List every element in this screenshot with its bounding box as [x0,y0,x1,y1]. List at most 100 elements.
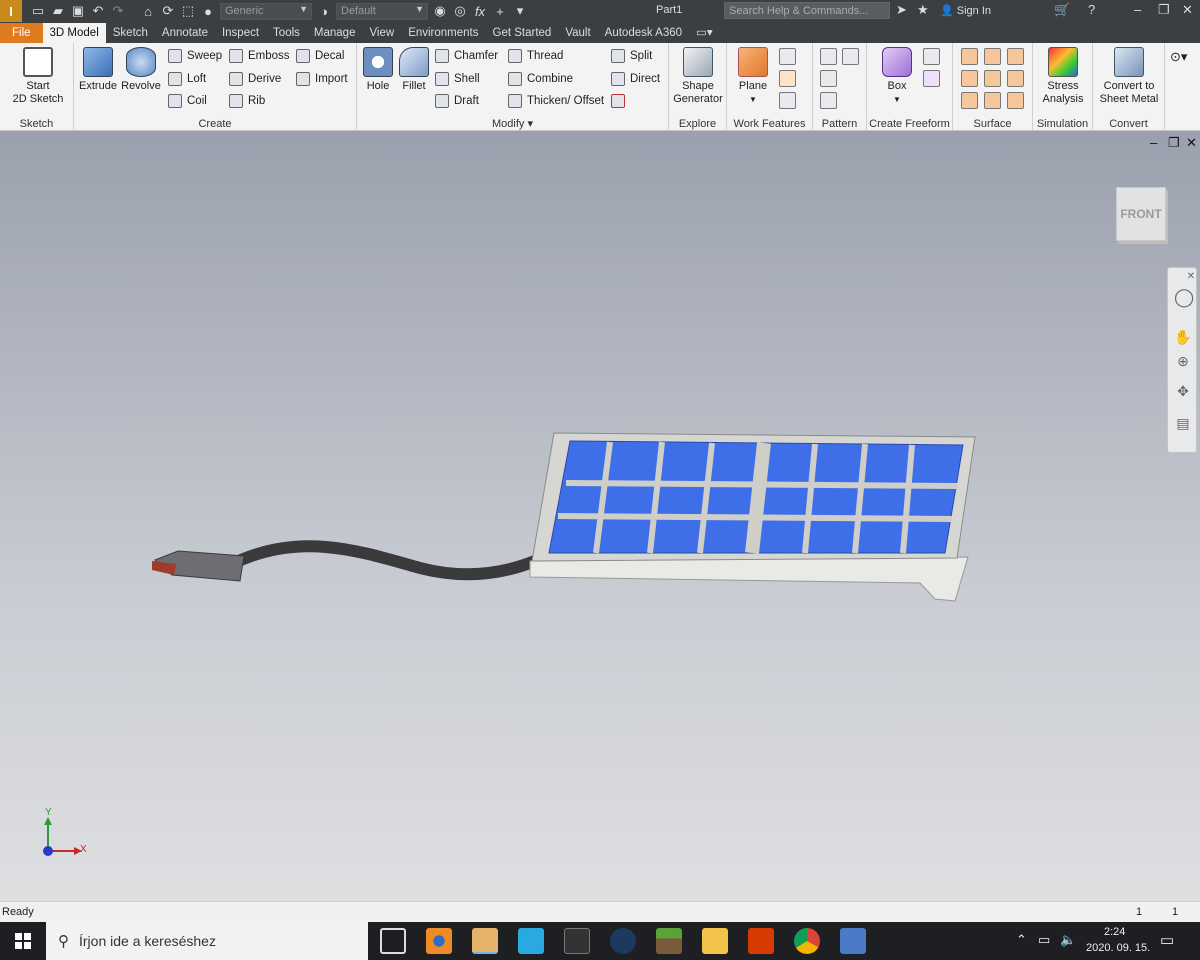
notifications-icon[interactable]: ▭ [1160,931,1174,949]
undo-icon[interactable]: ↶ [88,3,108,19]
plane-button[interactable]: Plane ▼ [733,47,773,106]
volume-icon[interactable]: 🔈 [1060,932,1076,948]
close-icon[interactable]: ✕ [1182,2,1193,18]
chamfer-button[interactable]: Chamfer [435,46,498,66]
fit-mesh-icon[interactable] [984,92,1001,109]
new-file-icon[interactable]: ▭ [28,3,48,19]
patch-icon[interactable] [1007,48,1024,65]
revolve-button[interactable]: Revolve [120,47,162,93]
thicken-offset-button[interactable]: Thicken/ Offset [508,91,604,111]
shape-generator-button[interactable]: Shape Generator [671,47,725,106]
stitch-icon[interactable] [961,48,978,65]
thread-button[interactable]: Thread [508,46,563,66]
file-explorer-icon[interactable] [702,928,728,954]
sculpt-icon[interactable] [984,48,1001,65]
tab-vault[interactable]: Vault [558,23,597,43]
freeform-convert-icon[interactable] [923,70,940,87]
loft-button[interactable]: Loft [168,69,206,89]
circular-pattern-icon[interactable] [820,70,837,87]
restore-icon[interactable]: ❐ [1158,2,1170,18]
update-icon[interactable]: ⟳ [158,3,178,19]
derive-button[interactable]: Derive [229,69,281,89]
direct-button[interactable]: Direct [611,69,660,89]
tab-autodesk-a360[interactable]: Autodesk A360 [598,23,689,43]
fx-icon[interactable]: fx [470,4,490,19]
material-select[interactable]: Generic ▼ [220,2,312,20]
decal-button[interactable]: Decal [296,46,344,66]
ribbon-display-icon[interactable]: ▭▾ [689,23,720,43]
inventor-logo-icon[interactable]: I [0,0,22,22]
clock-time[interactable]: 2:24 [1104,926,1125,938]
freeform-box-button[interactable]: Box ▼ [877,47,917,106]
redo-icon[interactable]: ↷ [108,3,128,19]
extend-icon[interactable] [984,70,1001,87]
clock-date[interactable]: 2020. 09. 15. [1086,942,1150,954]
replace-face-icon[interactable] [1007,70,1024,87]
appearance-icon[interactable]: ◑ [314,4,334,19]
favorites-star-icon[interactable]: ★ [917,2,929,18]
repair-bodies-icon[interactable] [961,92,978,109]
tab-3d-model[interactable]: 3D Model [42,23,106,43]
home-icon[interactable]: ⌂ [138,4,158,19]
fillet-button[interactable]: Fillet [397,47,431,93]
office-icon[interactable] [748,928,774,954]
minecraft-icon[interactable] [656,928,682,954]
emboss-button[interactable]: Emboss [229,46,290,66]
show-hidden-icons[interactable]: ⌃ [1016,932,1027,948]
trim-icon[interactable] [961,70,978,87]
coil-button[interactable]: Coil [168,91,207,111]
point-icon[interactable] [779,70,796,87]
tab-annotate[interactable]: Annotate [155,23,215,43]
panel-title-modify[interactable]: Modify ▾ [357,117,668,130]
c-app-icon[interactable] [518,928,544,954]
combine-button[interactable]: Combine [508,69,573,89]
draft-button[interactable]: Draft [435,91,479,111]
epic-games-icon[interactable] [564,928,590,954]
blender-icon[interactable] [426,928,452,954]
add-icon[interactable]: + [490,4,510,19]
mirror-icon[interactable] [842,48,859,65]
split-button[interactable]: Split [611,46,652,66]
color-override-icon[interactable]: ● [198,4,218,19]
taskbar-search-input[interactable]: ⚲ Írjon ide a kereséshez [46,922,368,960]
sign-in-link[interactable]: 👤 Sign In [940,4,991,17]
minimize-icon[interactable]: – [1134,2,1141,17]
select-mode-icon[interactable]: ⬚ [178,3,198,19]
help-icon[interactable]: ? [1088,2,1095,17]
help-search-input[interactable]: Search Help & Commands... [724,2,890,19]
ucs-icon[interactable] [779,92,796,109]
graphics-viewport[interactable]: – ❐ ✕ FRONT ✕ ◯ ✋ ⊕ ✥ ▤ X Y [0,131,1200,901]
tab-file[interactable]: File [0,23,43,43]
task-view-icon[interactable] [380,928,406,954]
sketch-pattern-icon[interactable] [820,92,837,109]
axis-icon[interactable] [779,48,796,65]
appearance-select[interactable]: Default ▼ [336,2,428,20]
shell-button[interactable]: Shell [435,69,480,89]
model-3d[interactable] [0,131,1200,901]
save-icon[interactable]: ▣ [68,3,88,19]
calculator-icon[interactable] [840,928,866,954]
sweep-button[interactable]: Sweep [168,46,222,66]
tab-tools[interactable]: Tools [266,23,307,43]
tab-environments[interactable]: Environments [401,23,485,43]
tab-sketch[interactable]: Sketch [106,23,155,43]
extrude-button[interactable]: Extrude [78,47,118,93]
ribbon-options-button[interactable]: ⊙▾ [1170,47,1187,67]
hole-button[interactable]: Hole [361,47,395,93]
tab-inspect[interactable]: Inspect [215,23,266,43]
sign-in-arrow-icon[interactable]: ➤ [896,2,907,18]
clear-icon[interactable]: ◎ [450,3,470,19]
start-2d-sketch-button[interactable]: Start 2D Sketch [8,47,68,106]
chrome-icon[interactable] [794,928,820,954]
cart-icon[interactable]: 🛒 [1054,2,1070,18]
ruled-surface-icon[interactable] [1007,92,1024,109]
rib-button[interactable]: Rib [229,91,265,111]
tab-get-started[interactable]: Get Started [486,23,559,43]
import-button[interactable]: Import [296,69,348,89]
rectangular-pattern-icon[interactable] [820,48,837,65]
adjust-icon[interactable]: ◉ [430,3,450,19]
customize-icon[interactable]: ▾ [510,3,530,19]
tab-manage[interactable]: Manage [307,23,363,43]
steam-icon[interactable] [610,928,636,954]
network-icon[interactable]: ▭ [1038,932,1050,948]
